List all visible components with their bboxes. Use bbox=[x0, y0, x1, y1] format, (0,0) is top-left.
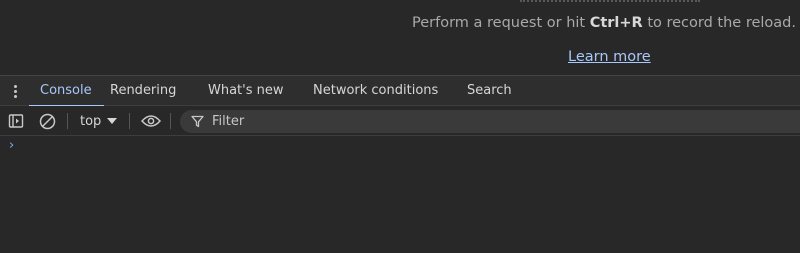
toolbar-divider bbox=[67, 113, 68, 129]
more-vertical-icon[interactable] bbox=[6, 76, 24, 106]
tab-network-conditions[interactable]: Network conditions bbox=[313, 76, 438, 106]
chevron-down-icon bbox=[107, 118, 118, 124]
truncated-text-fragment bbox=[520, 0, 700, 2]
hint-text-before: Perform a request or hit bbox=[412, 15, 590, 31]
tab-rendering[interactable]: Rendering bbox=[110, 76, 176, 106]
drawer-tab-bar: Console Rendering What's new Network con… bbox=[0, 75, 800, 107]
console-prompt-icon: › bbox=[9, 138, 15, 153]
hint-shortcut: Ctrl+R bbox=[589, 15, 643, 31]
sidebar-toggle-icon[interactable] bbox=[6, 111, 26, 131]
learn-more-link[interactable]: Learn more bbox=[568, 49, 651, 65]
toolbar-divider bbox=[129, 113, 130, 129]
tab-whats-new[interactable]: What's new bbox=[208, 76, 284, 106]
context-value: top bbox=[80, 113, 102, 129]
console-toolbar: top bbox=[0, 106, 800, 136]
filter-input[interactable] bbox=[212, 114, 772, 129]
network-empty-state: Perform a request or hit Ctrl+R to recor… bbox=[0, 0, 800, 75]
eye-icon[interactable] bbox=[140, 111, 162, 131]
toolbar-divider bbox=[170, 113, 171, 129]
console-output[interactable]: › bbox=[0, 136, 800, 253]
tab-console[interactable]: Console bbox=[29, 76, 104, 107]
filter-icon bbox=[190, 115, 204, 129]
record-reload-hint: Perform a request or hit Ctrl+R to recor… bbox=[412, 15, 796, 31]
context-selector[interactable]: top bbox=[80, 112, 118, 130]
filter-box[interactable] bbox=[180, 110, 800, 133]
tab-search[interactable]: Search bbox=[467, 76, 512, 106]
hint-text-after: to record the reload. bbox=[642, 15, 796, 31]
clear-console-icon[interactable] bbox=[37, 111, 57, 131]
